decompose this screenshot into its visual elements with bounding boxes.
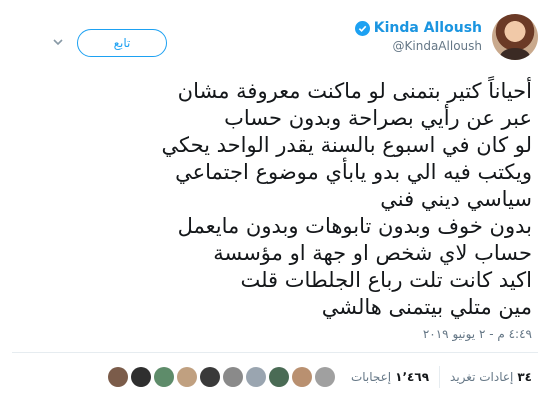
tweet-text: أحياناً كتير بتمنى لو ماكنت معروفة مشان … <box>22 78 532 321</box>
verified-badge-icon <box>354 20 370 36</box>
liker-avatars <box>107 367 335 387</box>
tweet-line: مين متلي بيتمنى هالشي <box>321 295 532 319</box>
tweet-stats: ٣٤إعادات تغريد ١٬٤٦٩إعجابات <box>107 366 532 388</box>
liker-avatar[interactable] <box>130 367 151 387</box>
chevron-down-icon[interactable] <box>52 36 64 48</box>
avatar[interactable] <box>492 14 538 60</box>
tweet-timestamp[interactable]: ٤:٤٩ م - ٢ يونيو ٢٠١٩ <box>423 327 532 341</box>
likes-count: ١٬٤٦٩ <box>395 370 430 384</box>
likes-stat[interactable]: ١٬٤٦٩إعجابات <box>351 370 429 384</box>
tweet-line: ويكتب فيه الي بدو يابأي موضوع اجتماعي <box>175 160 532 184</box>
retweets-label: إعادات تغريد <box>450 370 514 384</box>
liker-avatar[interactable] <box>153 367 174 387</box>
liker-avatar[interactable] <box>176 367 197 387</box>
user-info: Kinda Alloush @KindaAlloush <box>354 20 482 53</box>
name-row: Kinda Alloush <box>354 20 482 36</box>
display-name[interactable]: Kinda Alloush <box>374 20 482 36</box>
liker-avatar[interactable] <box>245 367 266 387</box>
liker-avatar[interactable] <box>222 367 243 387</box>
tweet-line: اكيد كانت تلت رباع الجلطات قلت <box>240 268 532 292</box>
retweets-stat[interactable]: ٣٤إعادات تغريد <box>450 370 532 384</box>
stats-separator <box>439 366 441 388</box>
tweet-line: أحياناً كتير بتمنى لو ماكنت معروفة مشان <box>177 79 532 103</box>
tweet-line: سياسي ديني فني <box>380 187 532 211</box>
liker-avatar[interactable] <box>314 367 335 387</box>
tweet-line: لو كان في اسبوع بالسنة يقدر الواحد يحكي <box>161 133 532 157</box>
tweet-line: عبر عن رأيي بصراحة وبدون حساب <box>224 106 532 130</box>
tweet-header: Kinda Alloush @KindaAlloush تابع <box>0 14 550 64</box>
liker-avatar[interactable] <box>268 367 289 387</box>
user-handle[interactable]: @KindaAlloush <box>355 39 482 53</box>
divider <box>12 352 538 353</box>
likes-label: إعجابات <box>350 370 392 384</box>
liker-avatar[interactable] <box>291 367 312 387</box>
liker-avatar[interactable] <box>199 367 220 387</box>
tweet-line: بدون خوف وبدون تابوهات وبدون مايعمل <box>177 214 532 238</box>
retweets-count: ٣٤ <box>517 370 532 384</box>
liker-avatar[interactable] <box>107 367 128 387</box>
follow-button[interactable]: تابع <box>77 29 167 57</box>
tweet-line: حساب لاي شخص او جهة او مؤسسة <box>213 241 532 265</box>
